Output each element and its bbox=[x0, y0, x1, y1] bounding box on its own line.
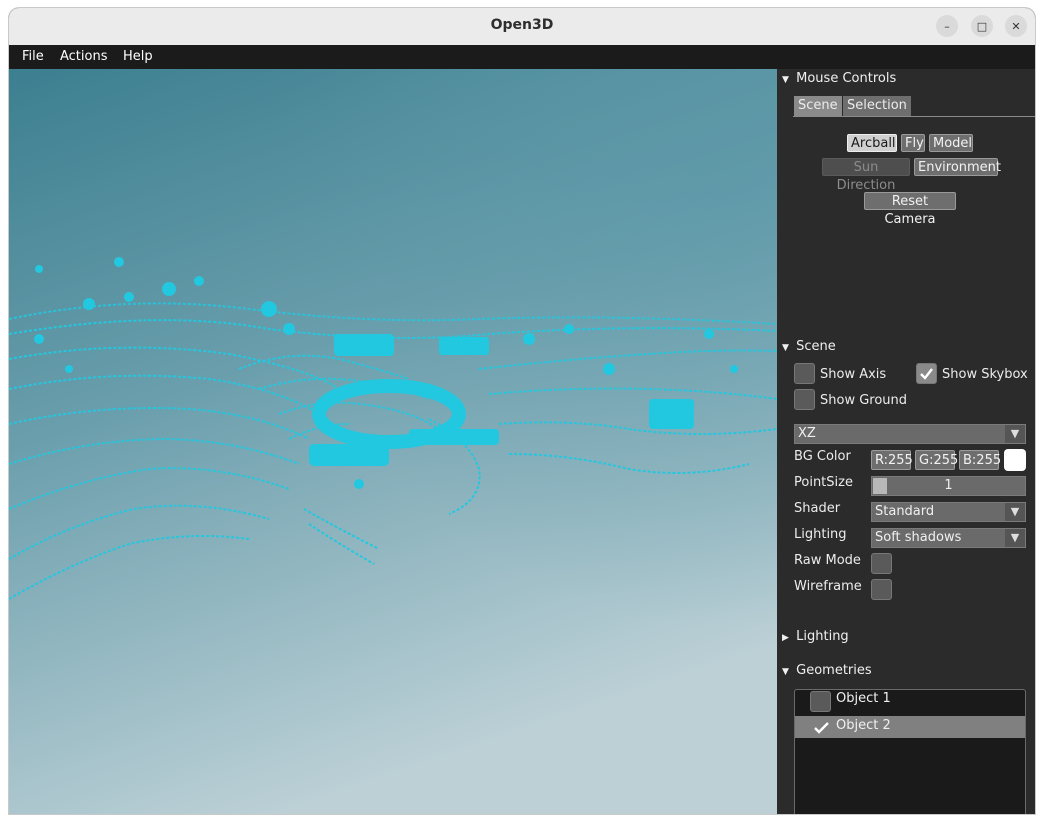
maximize-button[interactable]: □ bbox=[971, 15, 993, 37]
fly-button[interactable]: Fly bbox=[901, 134, 925, 152]
wireframe-checkbox[interactable] bbox=[871, 579, 892, 600]
bg-color-label: BG Color bbox=[794, 449, 851, 464]
checkmark-icon[interactable] bbox=[812, 718, 831, 737]
shader-label: Shader bbox=[794, 501, 841, 516]
shader-select[interactable]: Standard ▼ bbox=[871, 502, 1026, 522]
object-2-label: Object 2 bbox=[836, 718, 891, 733]
scene-header[interactable]: ▼ Scene bbox=[782, 339, 836, 354]
raw-mode-label: Raw Mode bbox=[794, 553, 861, 568]
app-window: Open3D – □ ✕ File Actions Help ▼ Mouse C… bbox=[9, 8, 1035, 814]
scene-title: Scene bbox=[796, 339, 836, 354]
geometries-header[interactable]: ▼ Geometries bbox=[782, 663, 872, 678]
geometries-list[interactable]: Object 1 Object 2 bbox=[794, 689, 1026, 814]
show-skybox-checkbox[interactable] bbox=[916, 363, 937, 384]
reset-camera-button[interactable]: Reset Camera bbox=[864, 192, 956, 227]
bg-color-r[interactable]: R:255 bbox=[871, 450, 913, 470]
lighting-value: Soft shadows bbox=[875, 530, 962, 545]
window-title: Open3D bbox=[490, 17, 554, 33]
expanded-triangle-icon: ▼ bbox=[782, 343, 789, 353]
show-ground-checkbox[interactable] bbox=[794, 389, 815, 410]
mouse-controls-header[interactable]: ▼ Mouse Controls bbox=[782, 71, 896, 86]
lighting-select[interactable]: Soft shadows ▼ bbox=[871, 528, 1026, 548]
title-bar[interactable]: Open3D – □ ✕ bbox=[9, 8, 1035, 46]
mouse-controls-title: Mouse Controls bbox=[796, 71, 897, 86]
dropdown-arrow-icon: ▼ bbox=[1005, 529, 1025, 547]
bg-color-b[interactable]: B:255 bbox=[959, 450, 1001, 470]
lighting-header[interactable]: ▶ Lighting bbox=[782, 629, 849, 644]
shader-value: Standard bbox=[875, 504, 935, 519]
ground-plane-value: XZ bbox=[798, 426, 816, 441]
show-axis-checkbox[interactable] bbox=[794, 363, 815, 384]
point-cloud-render bbox=[9, 69, 777, 814]
menu-help[interactable]: Help bbox=[123, 49, 153, 64]
ground-plane-select[interactable]: XZ ▼ bbox=[794, 424, 1026, 444]
3d-viewport[interactable] bbox=[9, 69, 777, 814]
show-ground-label: Show Ground bbox=[820, 393, 908, 408]
lighting-label: Lighting bbox=[794, 527, 847, 542]
show-axis-label: Show Axis bbox=[820, 367, 887, 382]
settings-panel: ▼ Mouse Controls Scene Selection Arcball… bbox=[778, 69, 1035, 814]
expanded-triangle-icon: ▼ bbox=[782, 75, 789, 85]
menu-file[interactable]: File bbox=[22, 49, 44, 64]
close-button[interactable]: ✕ bbox=[1005, 15, 1027, 37]
tab-scene[interactable]: Scene bbox=[794, 96, 842, 116]
dropdown-arrow-icon: ▼ bbox=[1005, 503, 1025, 521]
tab-divider bbox=[793, 116, 1035, 117]
sun-direction-button[interactable]: Sun Direction bbox=[822, 158, 910, 193]
point-size-label: PointSize bbox=[794, 475, 853, 490]
geometries-title: Geometries bbox=[796, 663, 872, 678]
wireframe-label: Wireframe bbox=[794, 579, 862, 594]
tab-selection[interactable]: Selection bbox=[843, 96, 911, 116]
checkmark-icon bbox=[920, 368, 933, 380]
arcball-button[interactable]: Arcball bbox=[847, 134, 897, 152]
object-1-checkbox[interactable] bbox=[810, 691, 831, 712]
collapsed-triangle-icon: ▶ bbox=[782, 633, 789, 643]
minimize-button[interactable]: – bbox=[936, 15, 958, 37]
list-item[interactable]: Object 1 bbox=[795, 690, 1025, 712]
dropdown-arrow-icon: ▼ bbox=[1005, 425, 1025, 443]
raw-mode-checkbox[interactable] bbox=[871, 553, 892, 574]
menu-actions[interactable]: Actions bbox=[60, 49, 108, 64]
model-button[interactable]: Model bbox=[929, 134, 973, 152]
point-size-value: 1 bbox=[944, 478, 953, 493]
bg-color-g[interactable]: G:255 bbox=[915, 450, 958, 470]
point-size-slider[interactable]: 1 bbox=[871, 476, 1026, 496]
environment-button[interactable]: Environment bbox=[914, 158, 1001, 176]
bg-color-swatch[interactable] bbox=[1004, 449, 1026, 471]
object-1-label: Object 1 bbox=[836, 691, 891, 706]
expanded-triangle-icon: ▼ bbox=[782, 667, 789, 677]
list-item[interactable]: Object 2 bbox=[795, 716, 1025, 738]
menu-bar: File Actions Help bbox=[9, 45, 1035, 69]
lighting-section-title: Lighting bbox=[796, 629, 849, 644]
show-skybox-label: Show Skybox bbox=[942, 367, 1028, 382]
